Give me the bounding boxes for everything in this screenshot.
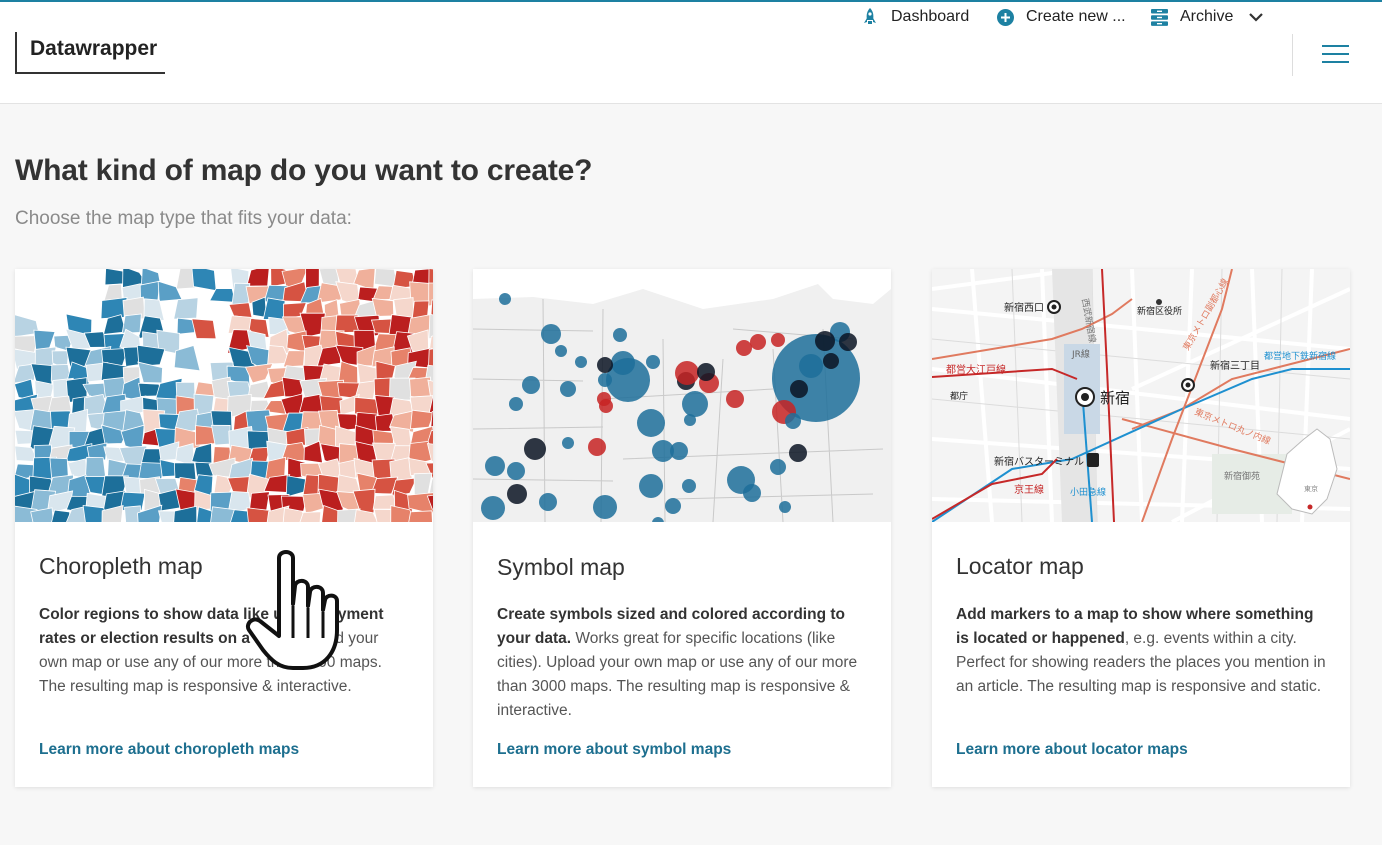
- map-symbol: [789, 444, 807, 462]
- card-title: Locator map: [956, 553, 1084, 579]
- nav-dashboard-label: Dashboard: [891, 8, 970, 25]
- map-symbol: [736, 340, 752, 356]
- map-label: 都営大江戸線: [946, 363, 1006, 376]
- card-description: Add markers to a map to show where somet…: [956, 606, 1326, 695]
- locator-map-preview: 新宿西口 新宿区役所 新宿三丁目 都営大江戸線 都営地下鉄新宿線 JR線 都庁 …: [932, 269, 1350, 522]
- map-symbol: [670, 442, 688, 460]
- map-symbol: [785, 413, 801, 429]
- map-symbol: [541, 324, 561, 344]
- map-symbol: [575, 356, 587, 368]
- map-symbol: [597, 357, 613, 373]
- map-label: JR線: [1071, 348, 1090, 360]
- plus-circle-icon: [996, 8, 1014, 26]
- card-description: Create symbols sized and colored accordi…: [497, 606, 858, 719]
- map-symbol: [639, 474, 663, 498]
- map-symbol: [485, 456, 505, 476]
- rocket-icon: [861, 8, 879, 26]
- map-label: 小田急線: [1070, 486, 1106, 498]
- map-label: 新宿西口: [1004, 301, 1044, 314]
- card-choropleth-map[interactable]: Choropleth map Color regions to show dat…: [15, 269, 433, 787]
- map-symbol: [770, 459, 786, 475]
- card-locator-map[interactable]: 新宿西口 新宿区役所 新宿三丁目 都営大江戸線 都営地下鉄新宿線 JR線 都庁 …: [932, 269, 1350, 787]
- map-symbol: [499, 293, 511, 305]
- map-symbol: [524, 438, 546, 460]
- page-subtitle: Choose the map type that fits your data:: [15, 208, 352, 229]
- card-title: Symbol map: [497, 554, 625, 580]
- map-symbol: [522, 376, 540, 394]
- map-symbol: [779, 501, 791, 513]
- nav-archive[interactable]: Archive: [1150, 2, 1264, 32]
- map-symbol: [750, 334, 766, 350]
- map-symbol: [697, 363, 715, 381]
- map-label: 新宿区役所: [1137, 305, 1182, 317]
- nav-archive-label: Archive: [1180, 8, 1234, 25]
- map-symbol: [507, 462, 525, 480]
- card-title: Choropleth map: [39, 553, 203, 579]
- map-label: 都営地下鉄新宿線: [1264, 350, 1336, 362]
- map-symbol: [560, 381, 576, 397]
- map-label: 新宿三丁目: [1210, 359, 1260, 372]
- map-symbol: [598, 373, 612, 387]
- map-symbol: [539, 493, 557, 511]
- map-symbol: [839, 333, 857, 351]
- map-label: 新宿: [1100, 389, 1130, 407]
- learn-more-choropleth-link[interactable]: Learn more about choropleth maps: [39, 741, 299, 759]
- map-symbol: [507, 484, 527, 504]
- map-symbol: [684, 414, 696, 426]
- nav-create-new[interactable]: Create new ...: [996, 2, 1126, 32]
- map-symbol: [599, 399, 613, 413]
- map-symbol: [682, 391, 708, 417]
- nav-dashboard[interactable]: Dashboard: [861, 2, 969, 32]
- archive-icon: [1150, 8, 1168, 26]
- nav-create-new-label: Create new ...: [1026, 8, 1126, 25]
- map-label: 京王線: [1014, 483, 1044, 496]
- top-navigation-bar: Datawrapper Dashboard Create new ... Arc…: [0, 0, 1382, 104]
- map-symbol: [815, 331, 835, 351]
- datawrapper-logo[interactable]: Datawrapper: [15, 32, 165, 74]
- learn-more-symbol-link[interactable]: Learn more about symbol maps: [497, 741, 731, 759]
- map-symbol: [481, 496, 505, 520]
- map-symbol: [726, 390, 744, 408]
- hamburger-menu-icon[interactable]: [1322, 45, 1350, 65]
- chevron-down-icon: [1249, 12, 1264, 22]
- map-symbol: [665, 498, 681, 514]
- map-symbol: [611, 351, 635, 375]
- map-symbol: [771, 333, 785, 347]
- card-description: Color regions to show data like unemploy…: [39, 606, 384, 695]
- map-symbol: [790, 380, 808, 398]
- map-symbol: [509, 397, 523, 411]
- map-symbol: [823, 353, 839, 369]
- map-label: 新宿バスターミナル: [994, 455, 1084, 468]
- map-label: 新宿御苑: [1224, 470, 1260, 482]
- map-symbol: [562, 437, 574, 449]
- map-symbol: [682, 479, 696, 493]
- map-symbol: [613, 328, 627, 342]
- nav-separator: [1292, 34, 1293, 76]
- choropleth-map-preview: [15, 269, 433, 522]
- map-symbol: [593, 495, 617, 519]
- map-symbol: [588, 438, 606, 456]
- page-title: What kind of map do you want to create?: [15, 154, 593, 187]
- map-symbol: [555, 345, 567, 357]
- map-label: 東京: [1304, 484, 1318, 493]
- map-symbol: [799, 354, 823, 378]
- map-symbol: [646, 355, 660, 369]
- map-symbol: [637, 409, 665, 437]
- card-symbol-map[interactable]: Symbol map Create symbols sized and colo…: [473, 269, 891, 787]
- map-symbol: [675, 361, 699, 385]
- symbol-map-preview: [473, 269, 891, 522]
- map-symbol: [743, 484, 761, 502]
- map-label: 都庁: [950, 390, 968, 402]
- learn-more-locator-link[interactable]: Learn more about locator maps: [956, 741, 1188, 759]
